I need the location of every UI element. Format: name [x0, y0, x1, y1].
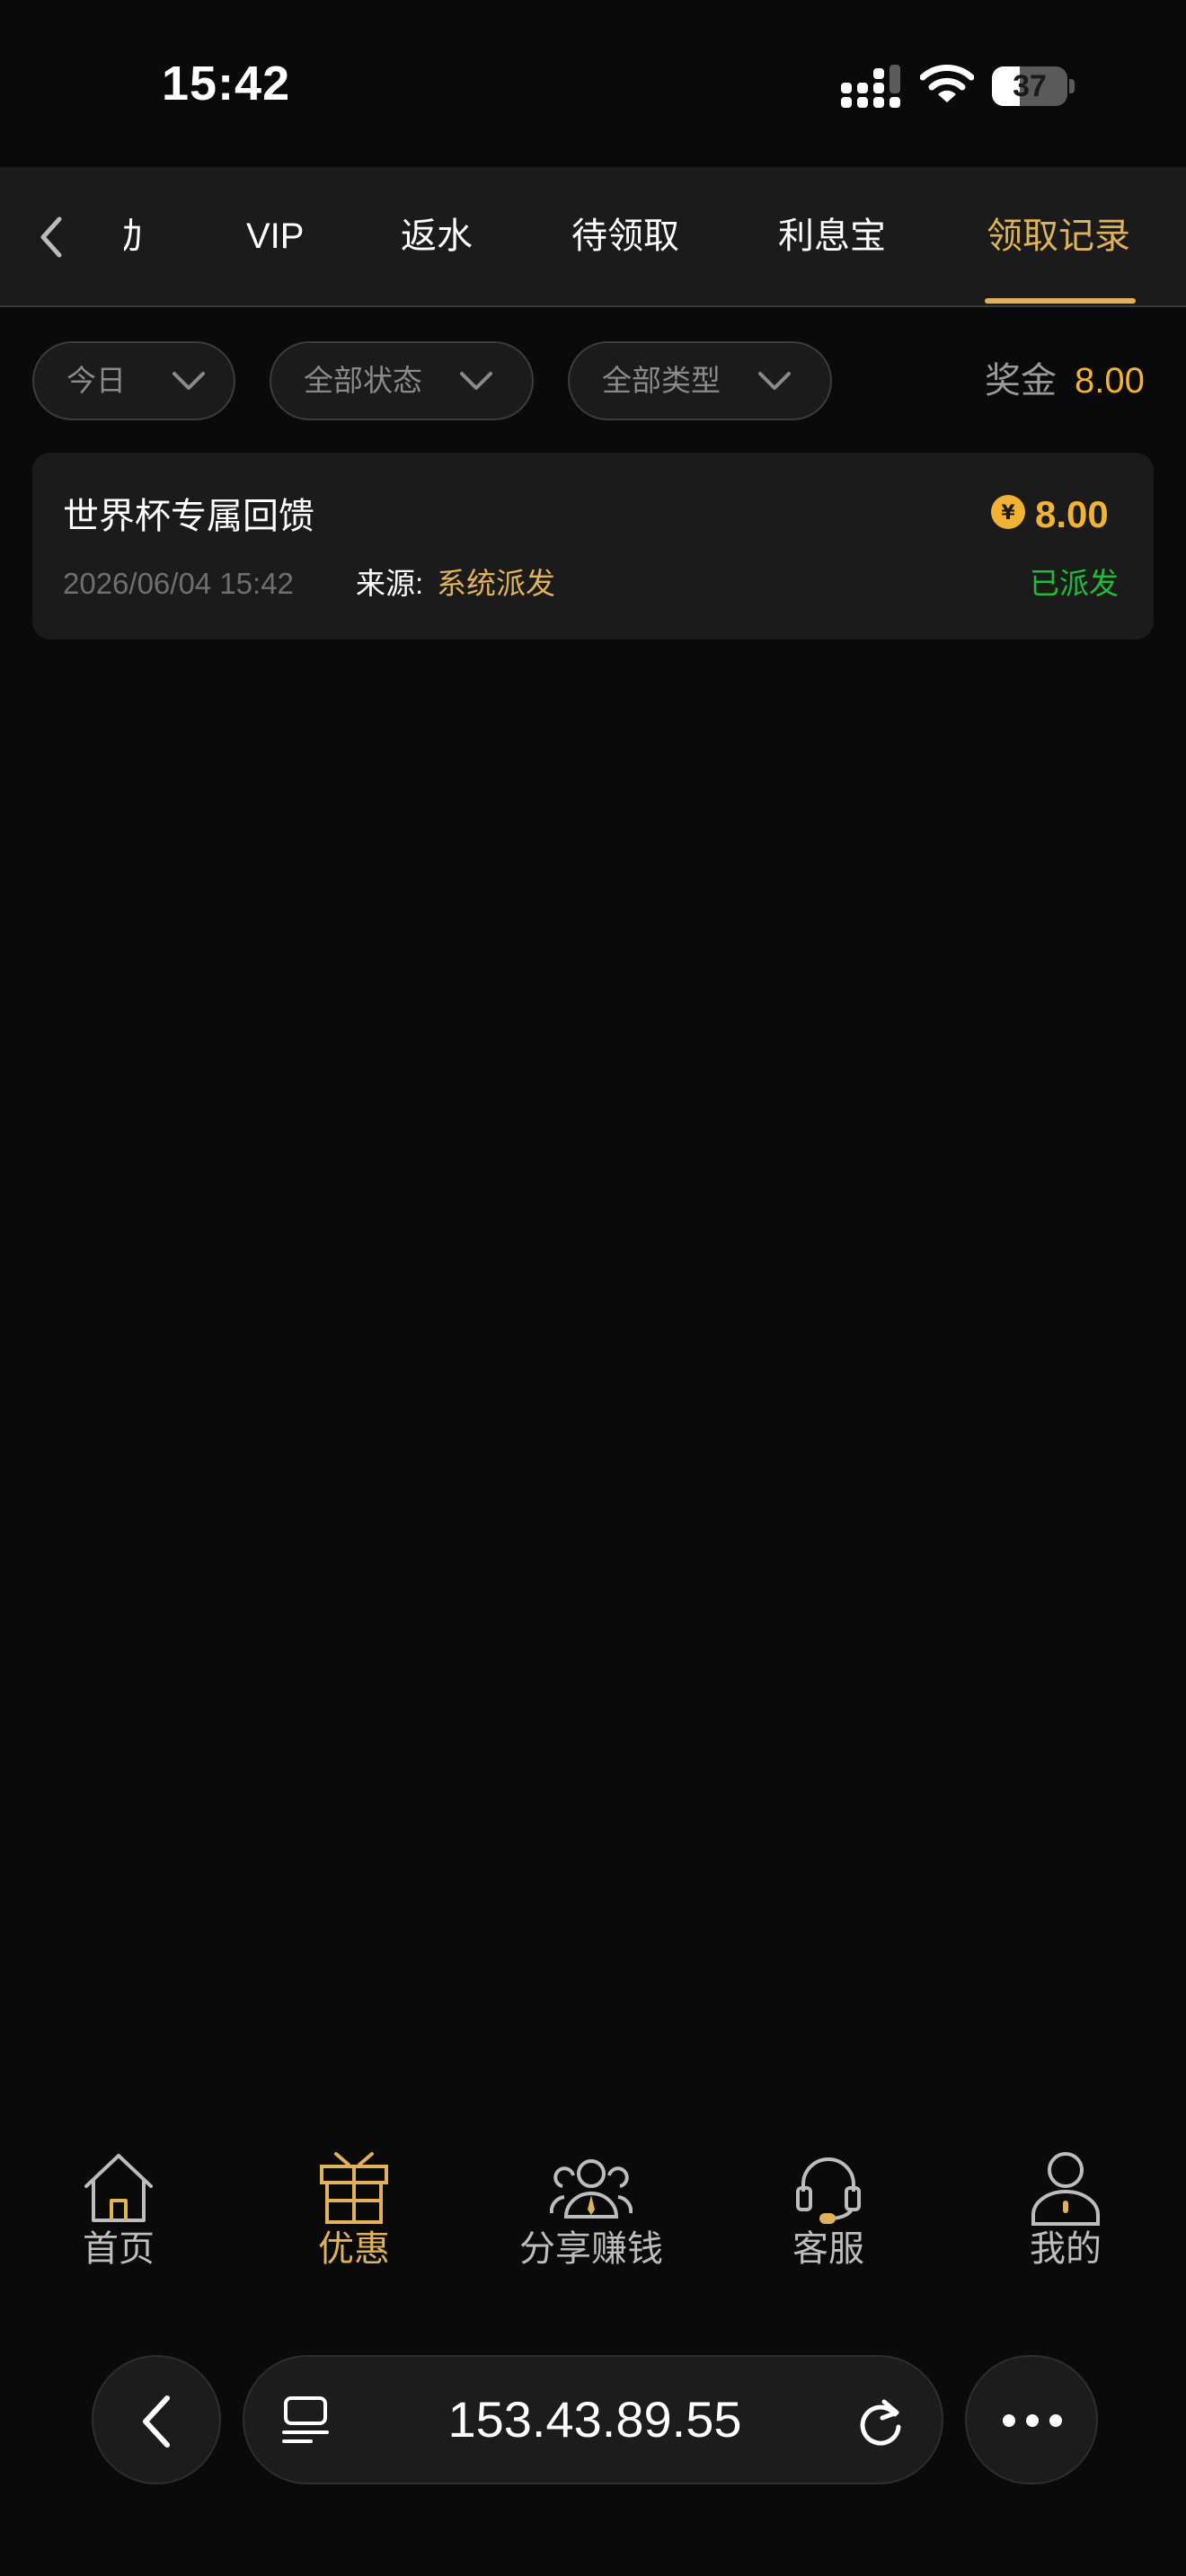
- tab-pending[interactable]: 待领取: [571, 167, 679, 305]
- chevron-down-icon: [173, 372, 205, 390]
- tab-interest[interactable]: 利息宝: [778, 167, 886, 305]
- back-chevron-icon[interactable]: [27, 208, 77, 266]
- more-options-button[interactable]: [965, 2355, 1098, 2484]
- headset-icon: [796, 2157, 861, 2224]
- tab-rebate[interactable]: 返水: [401, 167, 473, 305]
- record-status-badge: 已派发: [1030, 567, 1119, 600]
- nav-profile-label: 我的: [1030, 2229, 1102, 2269]
- status-filter-label: 全部状态: [304, 364, 422, 397]
- claim-record-card: 世界杯专属回馈 ¥ 8.00 2026/06/04 15:42 来源: 系统派发…: [32, 453, 1154, 640]
- bonus-label: 奖金: [985, 361, 1057, 401]
- nav-support[interactable]: 客服: [730, 2138, 927, 2290]
- promo-tab-bar: 动 VIP 返水 待领取 利息宝 领取记录: [0, 167, 1186, 307]
- record-source-label: 来源:: [356, 567, 424, 600]
- nav-support-label: 客服: [792, 2229, 864, 2269]
- bonus-total: 8.00: [1075, 361, 1145, 401]
- tab-claim-records[interactable]: 领取记录: [987, 167, 1130, 305]
- tab-overview-icon[interactable]: [280, 2395, 331, 2447]
- signal-icon: [841, 65, 900, 108]
- battery-level: 37: [1013, 69, 1047, 103]
- chevron-down-icon: [460, 372, 492, 390]
- profile-icon: [1031, 2152, 1100, 2226]
- reload-icon[interactable]: [855, 2396, 906, 2448]
- coin-icon: ¥: [991, 495, 1025, 529]
- record-amount: 8.00: [1035, 493, 1109, 535]
- address-bar[interactable]: 153.43.89.55: [243, 2355, 943, 2484]
- record-title: 世界杯专属回馈: [63, 497, 314, 536]
- bottom-nav: 首页 优惠 分享赚钱 客服 我的: [0, 2138, 1186, 2290]
- share-earn-icon: [550, 2159, 633, 2219]
- tab-vip[interactable]: VIP: [246, 167, 304, 305]
- browser-back-button[interactable]: [92, 2355, 221, 2484]
- more-dots-icon: [1003, 2414, 1062, 2427]
- status-filter-dropdown[interactable]: 全部状态: [270, 341, 534, 420]
- nav-offers-label: 优惠: [318, 2229, 390, 2269]
- back-arrow-icon: [143, 2395, 170, 2448]
- tab-activity[interactable]: 动: [124, 167, 165, 305]
- date-filter-dropdown[interactable]: 今日: [32, 341, 235, 420]
- status-bar: 15:42 37: [0, 0, 1186, 167]
- record-source-value: 系统派发: [437, 567, 555, 600]
- nav-profile[interactable]: 我的: [967, 2138, 1164, 2290]
- type-filter-label: 全部类型: [602, 364, 721, 397]
- status-time: 15:42: [162, 57, 291, 110]
- nav-home[interactable]: 首页: [20, 2138, 217, 2290]
- gift-icon: [320, 2152, 388, 2224]
- date-filter-label: 今日: [66, 364, 126, 397]
- home-icon: [84, 2154, 153, 2222]
- nav-home-label: 首页: [83, 2229, 155, 2269]
- url-text: 153.43.89.55: [447, 2391, 742, 2448]
- coin-symbol: ¥: [1001, 502, 1015, 525]
- record-datetime: 2026/06/04 15:42: [63, 567, 294, 600]
- wifi-icon: [920, 65, 974, 102]
- battery-icon: 37: [992, 66, 1075, 106]
- chevron-down-icon: [758, 372, 791, 390]
- nav-share-earn-label: 分享赚钱: [519, 2229, 663, 2269]
- nav-offers[interactable]: 优惠: [255, 2138, 453, 2290]
- active-tab-indicator: [985, 298, 1136, 304]
- nav-share-earn[interactable]: 分享赚钱: [492, 2138, 690, 2290]
- type-filter-dropdown[interactable]: 全部类型: [568, 341, 832, 420]
